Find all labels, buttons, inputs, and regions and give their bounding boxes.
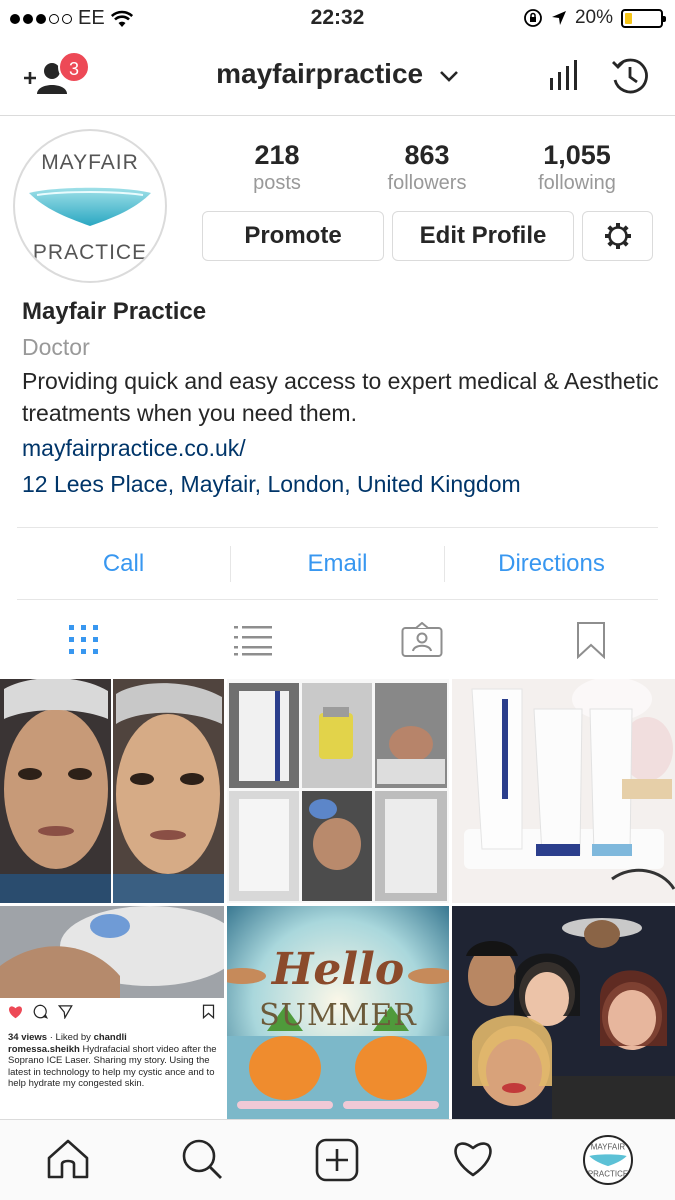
edit-profile-button[interactable]: Edit Profile — [392, 211, 574, 261]
treatment-collage-image — [227, 679, 449, 903]
location-icon — [551, 11, 566, 25]
post-liked-by-prefix: · Liked by — [47, 1032, 94, 1043]
bookmark-icon — [202, 1004, 215, 1019]
saved-icon — [576, 622, 605, 659]
grid-view-icon — [69, 625, 99, 654]
stat-label: posts — [253, 172, 301, 194]
profile-tab-avatar[interactable]: MAYFAIR PRACTICE — [583, 1135, 633, 1185]
posts-count[interactable]: 218 posts — [202, 140, 352, 196]
status-bar: EE 22:32 20% — [0, 0, 675, 38]
face-photo-image — [0, 679, 224, 903]
tab-tagged[interactable] — [338, 606, 507, 674]
battery-percent: 20% — [574, 7, 613, 28]
new-post-icon[interactable] — [315, 1138, 359, 1182]
post-author: romessa.sheikh — [8, 1043, 80, 1055]
tagged-icon — [401, 622, 443, 657]
list-view-icon — [234, 626, 273, 656]
directions-button[interactable]: Directions — [445, 550, 658, 578]
grid-photo[interactable] — [0, 679, 224, 903]
tab-saved[interactable] — [506, 606, 675, 674]
post-liked-by: chandli — [93, 1032, 127, 1043]
email-button[interactable]: Email — [231, 550, 444, 578]
logo-text-top: MAYFAIR — [41, 151, 139, 174]
followers-count[interactable]: 863 followers — [352, 140, 502, 196]
profile-top-nav: 3 mayfairpractice — [0, 38, 675, 116]
orientation-lock-icon — [524, 9, 542, 27]
stat-label: following — [538, 172, 616, 194]
bottom-tab-bar: MAYFAIR PRACTICE — [0, 1119, 675, 1200]
profile-name: Mayfair Practice — [22, 298, 207, 325]
home-icon[interactable] — [46, 1138, 90, 1180]
logo-text-bottom: PRACTICE — [588, 1169, 628, 1178]
profile-category: Doctor — [22, 334, 90, 360]
post-caption-text: romessa.sheikh Hydrafacial short video a… — [8, 1044, 220, 1090]
post-caption: 34 views · Liked by chandli romessa.shei… — [8, 1032, 220, 1090]
share-icon — [58, 1005, 73, 1019]
profile-description: Providing quick and easy access to exper… — [22, 368, 659, 426]
mayfair-logo-small: MAYFAIR PRACTICE — [588, 1142, 628, 1178]
username-label: mayfairpractice — [216, 58, 424, 89]
profile-stats: 218 posts 863 followers 1,055 following — [202, 140, 652, 196]
activity-heart-icon[interactable] — [451, 1138, 495, 1178]
profile-bio: Mayfair Practice Doctor Providing quick … — [22, 296, 662, 502]
summer-text: SUMMER — [259, 998, 417, 1033]
grid-photo[interactable]: 34 views · Liked by chandli romessa.shei… — [0, 906, 224, 1119]
call-button[interactable]: Call — [17, 550, 230, 578]
history-icon[interactable] — [610, 56, 650, 96]
profile-avatar[interactable]: MAYFAIR PRACTICE — [13, 129, 167, 283]
grid-photo[interactable] — [452, 906, 675, 1119]
tab-list[interactable] — [169, 606, 338, 674]
logo-text-bottom: PRACTICE — [33, 241, 147, 264]
mayfair-logo: MAYFAIR PRACTICE — [29, 151, 151, 264]
website-link[interactable]: mayfairpractice.co.uk/ — [22, 431, 662, 465]
insights-icon[interactable] — [548, 60, 580, 92]
settings-button[interactable] — [582, 211, 653, 261]
heart-filled-icon — [9, 1005, 22, 1018]
profile-view-tabs — [0, 606, 675, 674]
stat-label: followers — [387, 172, 467, 194]
battery-level — [625, 12, 632, 24]
contact-buttons: Call Email Directions — [17, 527, 658, 600]
tab-grid[interactable] — [0, 606, 169, 674]
skincare-products-image — [452, 679, 675, 903]
stat-value: 1,055 — [543, 140, 611, 170]
grid-photo[interactable] — [227, 679, 449, 903]
following-count[interactable]: 1,055 following — [502, 140, 652, 196]
post-actions — [8, 1004, 73, 1019]
group-selfie-image — [452, 906, 675, 1119]
address-link[interactable]: 12 Lees Place, Mayfair, London, United K… — [22, 466, 662, 502]
search-icon[interactable] — [181, 1138, 223, 1180]
grid-photo[interactable]: Hello SUMMER — [227, 906, 449, 1119]
logo-text-top: MAYFAIR — [591, 1142, 626, 1151]
gear-icon — [604, 223, 631, 249]
battery-icon — [621, 8, 666, 28]
chevron-down-icon — [439, 70, 458, 82]
status-right: 20% — [523, 7, 666, 29]
hello-text: Hello — [271, 944, 405, 995]
post-views-line: 34 views · Liked by chandli — [8, 1032, 220, 1044]
post-views: 34 views — [8, 1032, 48, 1043]
stat-value: 863 — [404, 140, 450, 170]
stat-value: 218 — [254, 140, 300, 170]
photo-grid: 34 views · Liked by chandli romessa.shei… — [0, 679, 675, 1119]
hydrafacial-photo-image — [0, 906, 224, 998]
comment-icon — [33, 1004, 48, 1019]
grid-photo[interactable] — [452, 679, 675, 903]
promote-button[interactable]: Promote — [202, 211, 384, 261]
